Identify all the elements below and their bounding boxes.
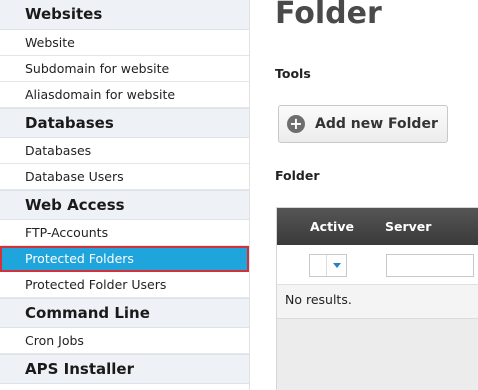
tools-label: Tools [275, 66, 311, 81]
section-header-command-line: Command Line [0, 298, 249, 328]
add-new-folder-button[interactable]: + Add new Folder [278, 105, 448, 143]
folder-table: Active Server No results. [276, 207, 478, 390]
sidebar-item-databases[interactable]: Databases [0, 138, 249, 164]
sidebar-item-database-users[interactable]: Database Users [0, 164, 249, 190]
main-content: Folder Tools + Add new Folder Folder Act… [250, 0, 478, 390]
section-header-web-access: Web Access [0, 190, 249, 220]
server-filter-input[interactable] [386, 254, 474, 277]
table-label: Folder [275, 168, 320, 183]
sidebar: Websites Website Subdomain for website A… [0, 0, 250, 390]
table-header: Active Server [277, 208, 478, 245]
sidebar-item-ftp-accounts[interactable]: FTP-Accounts [0, 220, 249, 246]
sidebar-item-protected-folders[interactable]: Protected Folders [0, 246, 249, 272]
section-header-aps-installer: APS Installer [0, 354, 249, 384]
page-title: Folder [275, 0, 382, 31]
section-header-databases: Databases [0, 108, 249, 138]
chevron-down-icon[interactable] [326, 255, 346, 276]
sidebar-item-website[interactable]: Website [0, 30, 249, 56]
add-new-folder-label: Add new Folder [315, 116, 438, 132]
sidebar-item-aliasdomain[interactable]: Aliasdomain for website [0, 82, 249, 108]
plus-circle-icon: + [287, 115, 305, 133]
filter-row [277, 245, 478, 285]
sidebar-item-protected-folder-users[interactable]: Protected Folder Users [0, 272, 249, 298]
section-header-websites: Websites [0, 0, 249, 30]
column-header-active[interactable]: Active [310, 219, 354, 234]
sidebar-item-subdomain[interactable]: Subdomain for website [0, 56, 249, 82]
sidebar-item-cron-jobs[interactable]: Cron Jobs [0, 328, 249, 354]
empty-message: No results. [277, 285, 478, 319]
active-filter-select[interactable] [309, 254, 347, 277]
column-header-server[interactable]: Server [385, 219, 431, 234]
